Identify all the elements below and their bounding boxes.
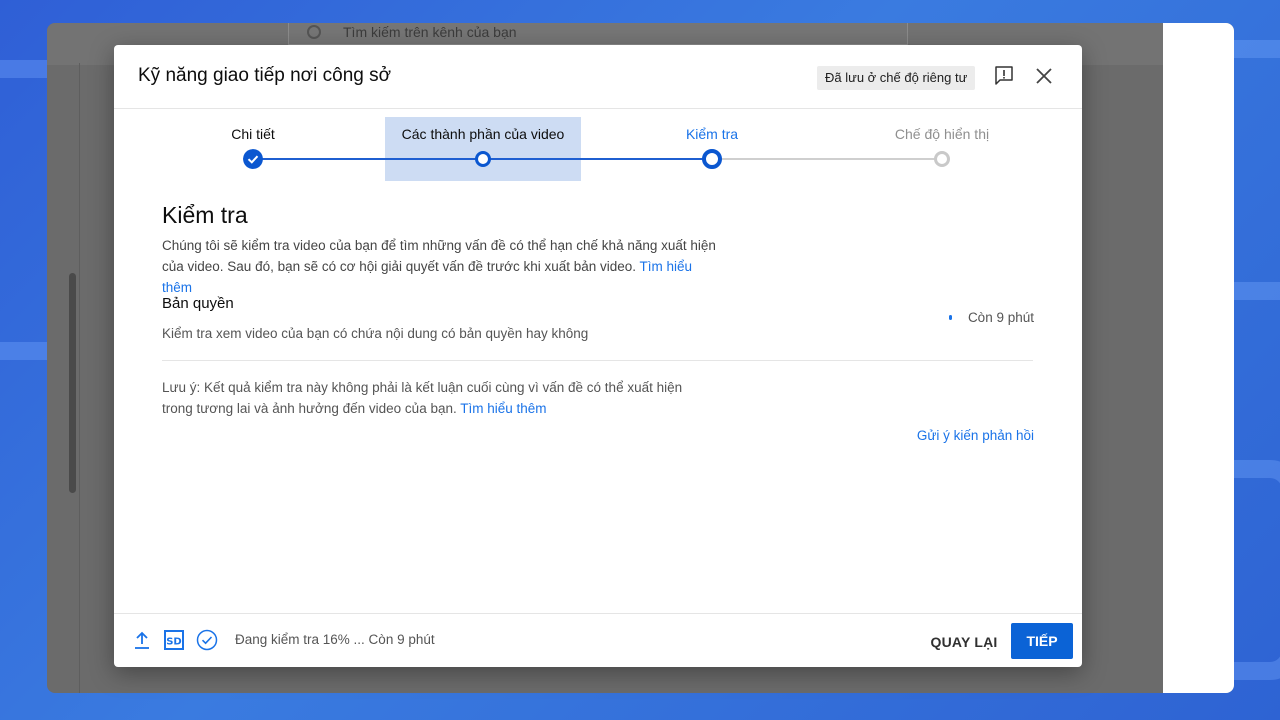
sidebar-scrollbar[interactable]	[69, 273, 76, 493]
step-checks-node[interactable]	[702, 149, 722, 169]
search-icon	[307, 24, 321, 39]
checks-note: Lưu ý: Kết quả kiểm tra này không phải l…	[162, 377, 702, 419]
close-icon[interactable]	[1035, 67, 1053, 85]
channel-search[interactable]: Tìm kiếm trên kênh của bạn	[288, 23, 908, 45]
next-button[interactable]: TIẾP	[1011, 623, 1073, 659]
send-feedback-link[interactable]: Gửi ý kiến phản hồi	[917, 428, 1034, 443]
dialog-footer: SD Đang kiểm tra 16% ... Còn 9 phút QUAY…	[114, 613, 1082, 667]
search-placeholder: Tìm kiếm trên kênh của bạn	[343, 23, 517, 40]
checks-note-text: Lưu ý: Kết quả kiểm tra này không phải l…	[162, 380, 683, 416]
processing-status: Đang kiểm tra 16% ... Còn 9 phút	[235, 632, 435, 647]
copyright-status-text: Còn 9 phút	[967, 310, 1034, 325]
dialog-header: Kỹ năng giao tiếp nơi công sở Đã lưu ở c…	[114, 45, 1082, 109]
upload-dialog: Kỹ năng giao tiếp nơi công sở Đã lưu ở c…	[114, 45, 1082, 667]
upload-stepper: Chi tiết Các thành phần của video Kiểm t…	[114, 109, 1082, 219]
copyright-title: Bản quyền	[162, 295, 234, 312]
feedback-icon[interactable]	[995, 66, 1013, 86]
copyright-status: Còn 9 phút	[948, 310, 1034, 325]
step-details-check-icon[interactable]	[243, 149, 263, 169]
sidebar-divider	[79, 63, 80, 693]
checks-description-text: Chúng tôi sẽ kiểm tra video của bạn để t…	[162, 238, 716, 274]
step-details-label[interactable]: Chi tiết	[231, 126, 275, 142]
loading-spinner-icon	[948, 315, 952, 320]
copyright-description: Kiểm tra xem video của bạn có chứa nội d…	[162, 326, 589, 341]
dialog-title: Kỹ năng giao tiếp nơi công sở	[138, 65, 392, 86]
step-elements-node[interactable]	[475, 151, 491, 167]
upload-icon[interactable]	[134, 630, 150, 650]
checks-description: Chúng tôi sẽ kiểm tra video của bạn để t…	[162, 235, 722, 298]
check-circle-icon[interactable]	[196, 629, 218, 651]
divider	[162, 360, 1033, 361]
side-panel	[1163, 23, 1234, 693]
saved-status-badge: Đã lưu ở chế độ riêng tư	[817, 66, 976, 90]
sd-icon[interactable]: SD	[164, 630, 184, 650]
step-elements-label[interactable]: Các thành phần của video	[402, 126, 565, 142]
svg-text:SD: SD	[166, 637, 182, 648]
back-button[interactable]: QUAY LẠI	[921, 624, 1007, 660]
step-track-pending	[712, 158, 942, 160]
checks-title: Kiểm tra	[162, 202, 248, 228]
step-visibility-node	[934, 151, 950, 167]
step-checks-label[interactable]: Kiểm tra	[686, 126, 738, 142]
step-visibility-label: Chế độ hiển thị	[894, 126, 990, 142]
note-learn-more-link[interactable]: Tìm hiểu thêm	[460, 401, 546, 416]
